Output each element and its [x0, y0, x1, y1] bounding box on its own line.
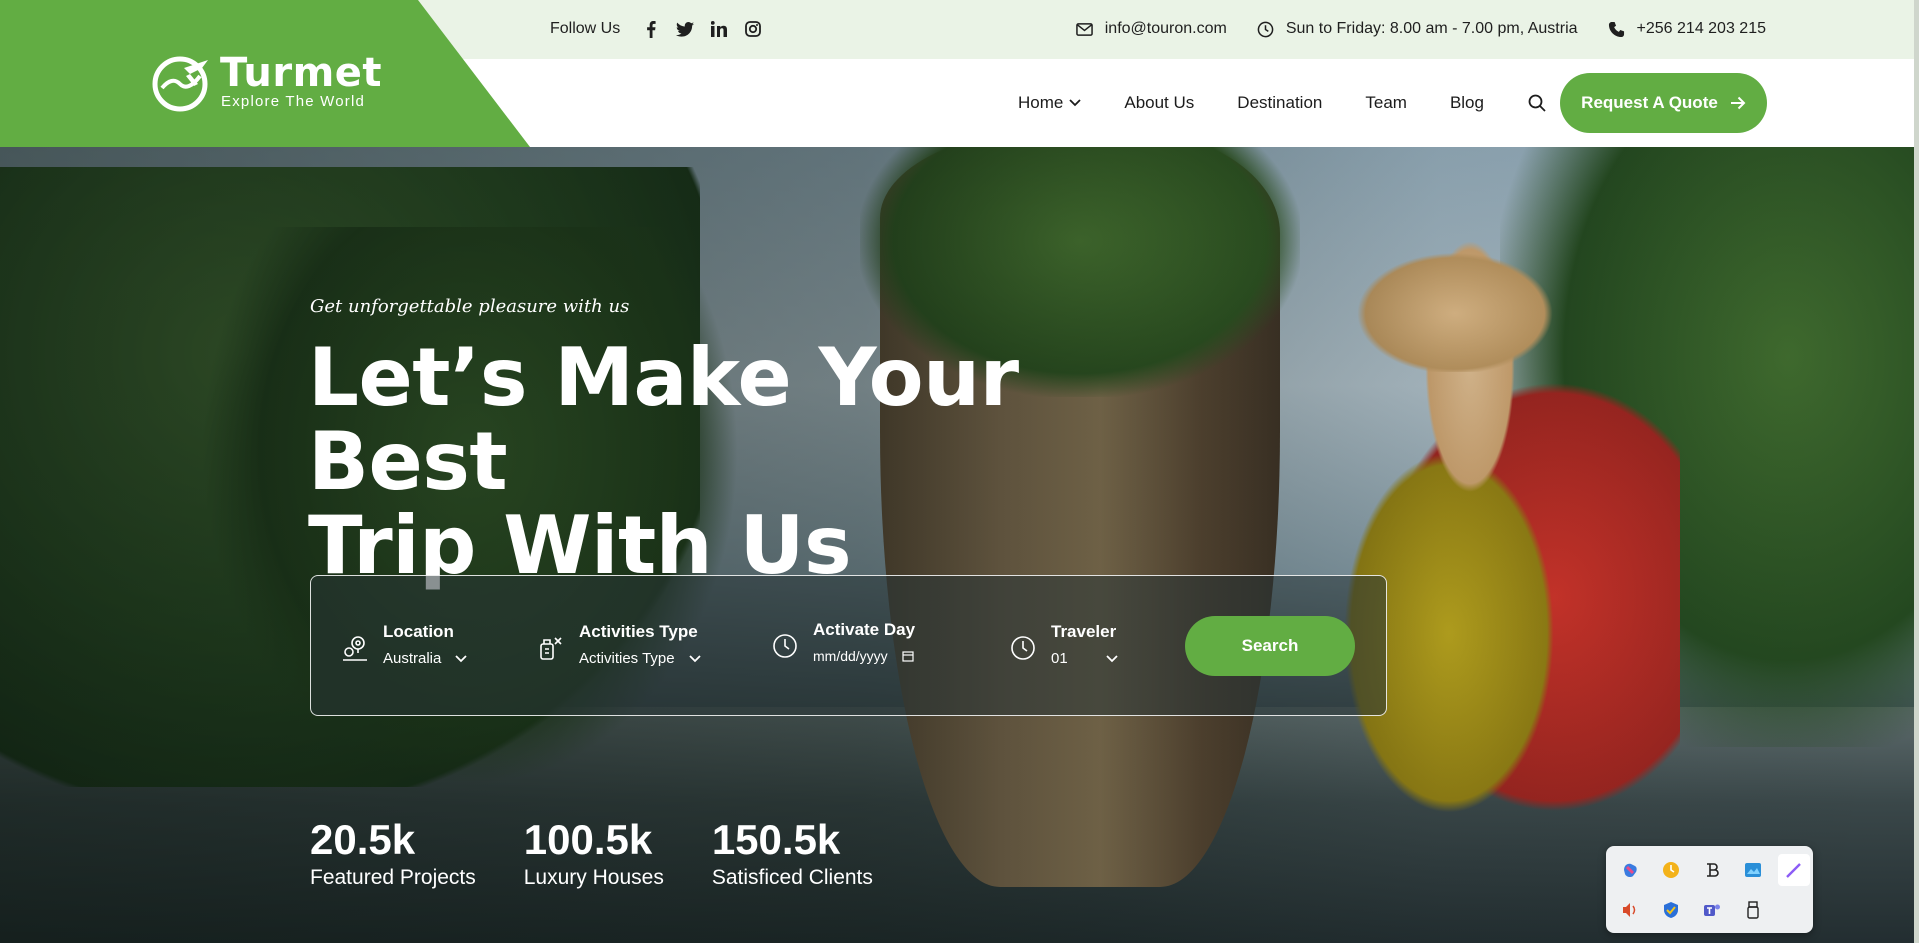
clock-icon	[773, 634, 797, 658]
usb-icon[interactable]	[1737, 894, 1769, 926]
stat-value: 100.5k	[523, 816, 653, 863]
chevron-down-icon	[688, 654, 701, 662]
stat-value: 20.5k	[310, 816, 416, 863]
calendar-icon[interactable]	[902, 650, 914, 662]
nav-item-home[interactable]: Home	[1018, 93, 1081, 113]
stat-label: Satisficed Clients	[711, 866, 873, 889]
clock-icon	[1011, 636, 1035, 660]
page-scrollbar[interactable]	[1914, 0, 1919, 943]
activate-day-field[interactable]: Activate Day mm/dd/yyyy	[771, 620, 915, 664]
twitter-icon[interactable]	[676, 20, 695, 38]
system-tray-flyout	[1606, 846, 1813, 933]
hero-headline: Let’s Make Your Best Trip With Us	[308, 336, 1068, 588]
date-placeholder: mm/dd/yyyy	[813, 648, 888, 664]
activities-label: Activities Type	[579, 622, 698, 641]
brand-tagline: Explore The World	[221, 93, 366, 110]
globe-plane-icon	[152, 56, 208, 112]
contact-info: info@touron.com Sun to Friday: 8.00 am -…	[1075, 20, 1766, 38]
trip-search-panel: Location Australia Activities Type Activ…	[310, 575, 1387, 716]
copilot-icon[interactable]	[1614, 854, 1646, 886]
hours-text: Sun to Friday: 8.00 am - 7.00 pm, Austri…	[1285, 20, 1578, 37]
activities-icon	[540, 637, 562, 660]
linkedin-icon[interactable]	[710, 20, 728, 38]
location-field[interactable]: Location Australia	[341, 622, 467, 667]
shield-icon[interactable]	[1655, 894, 1687, 926]
traveler-label: Traveler	[1051, 622, 1117, 641]
stats-row: 20.5k Featured Projects 100.5k Luxury Ho…	[310, 816, 873, 890]
phone-text: +256 214 203 215	[1636, 20, 1766, 37]
chevron-down-icon	[1069, 99, 1081, 107]
location-pin-icon	[343, 636, 367, 661]
main-nav: Home About Us Destination Team Blog	[1018, 59, 1547, 147]
stat-featured-projects: 20.5k Featured Projects	[310, 816, 476, 890]
follow-us: Follow Us	[550, 20, 762, 38]
activities-value: Activities Type	[579, 650, 675, 667]
clock-icon	[1257, 21, 1274, 37]
nav-item-team[interactable]: Team	[1365, 93, 1407, 113]
brand-name: Turmet	[220, 50, 383, 96]
activities-field[interactable]: Activities Type Activities Type	[537, 622, 701, 667]
request-quote-label: Request A Quote	[1581, 93, 1718, 112]
chevron-down-icon	[455, 654, 467, 662]
photos-icon[interactable]	[1737, 854, 1769, 886]
nav-home-label: Home	[1018, 93, 1064, 112]
stat-label: Luxury Houses	[523, 866, 664, 889]
arrow-right-icon	[1730, 96, 1746, 110]
date-input[interactable]: mm/dd/yyyy	[813, 648, 915, 664]
email-contact[interactable]: info@touron.com	[1075, 20, 1227, 38]
stat-label: Featured Projects	[310, 866, 476, 889]
location-select[interactable]: Australia	[383, 650, 467, 667]
traveler-field[interactable]: Traveler 01	[1009, 622, 1118, 667]
phone-contact[interactable]: +256 214 203 215	[1608, 20, 1766, 38]
location-value: Australia	[383, 650, 442, 667]
teams-icon[interactable]	[1696, 894, 1728, 926]
stat-value: 150.5k	[711, 816, 841, 863]
pen-icon[interactable]	[1778, 854, 1810, 886]
request-quote-button[interactable]: Request A Quote	[1560, 73, 1767, 133]
instagram-icon[interactable]	[744, 20, 762, 38]
facebook-icon[interactable]	[642, 20, 660, 38]
activities-select[interactable]: Activities Type	[579, 650, 701, 667]
nav-item-about-us[interactable]: About Us	[1124, 93, 1194, 113]
stat-satisfied-clients: 150.5k Satisficed Clients	[712, 816, 873, 890]
location-label: Location	[383, 622, 454, 641]
nav-item-destination[interactable]: Destination	[1237, 93, 1322, 113]
chevron-down-icon	[1106, 654, 1118, 662]
app-icon[interactable]	[1696, 854, 1728, 886]
traveler-select[interactable]: 01	[1051, 650, 1118, 667]
stat-luxury-houses: 100.5k Luxury Houses	[524, 816, 664, 890]
traveler-value: 01	[1051, 650, 1068, 667]
email-text: info@touron.com	[1104, 20, 1227, 37]
phone-icon	[1608, 21, 1624, 37]
nav-item-blog[interactable]: Blog	[1450, 93, 1484, 113]
search-icon[interactable]	[1527, 93, 1547, 113]
hero-headline-line1: Let’s Make Your Best	[308, 331, 1019, 508]
volume-icon[interactable]	[1614, 894, 1646, 926]
hero-subtitle: Get unforgettable pleasure with us	[310, 296, 630, 317]
activate-day-label: Activate Day	[813, 620, 916, 639]
hours-info: Sun to Friday: 8.00 am - 7.00 pm, Austri…	[1257, 20, 1578, 38]
clock-icon[interactable]	[1655, 854, 1687, 886]
search-button[interactable]: Search	[1185, 616, 1355, 676]
follow-us-label: Follow Us	[550, 20, 621, 37]
envelope-icon	[1075, 22, 1093, 36]
